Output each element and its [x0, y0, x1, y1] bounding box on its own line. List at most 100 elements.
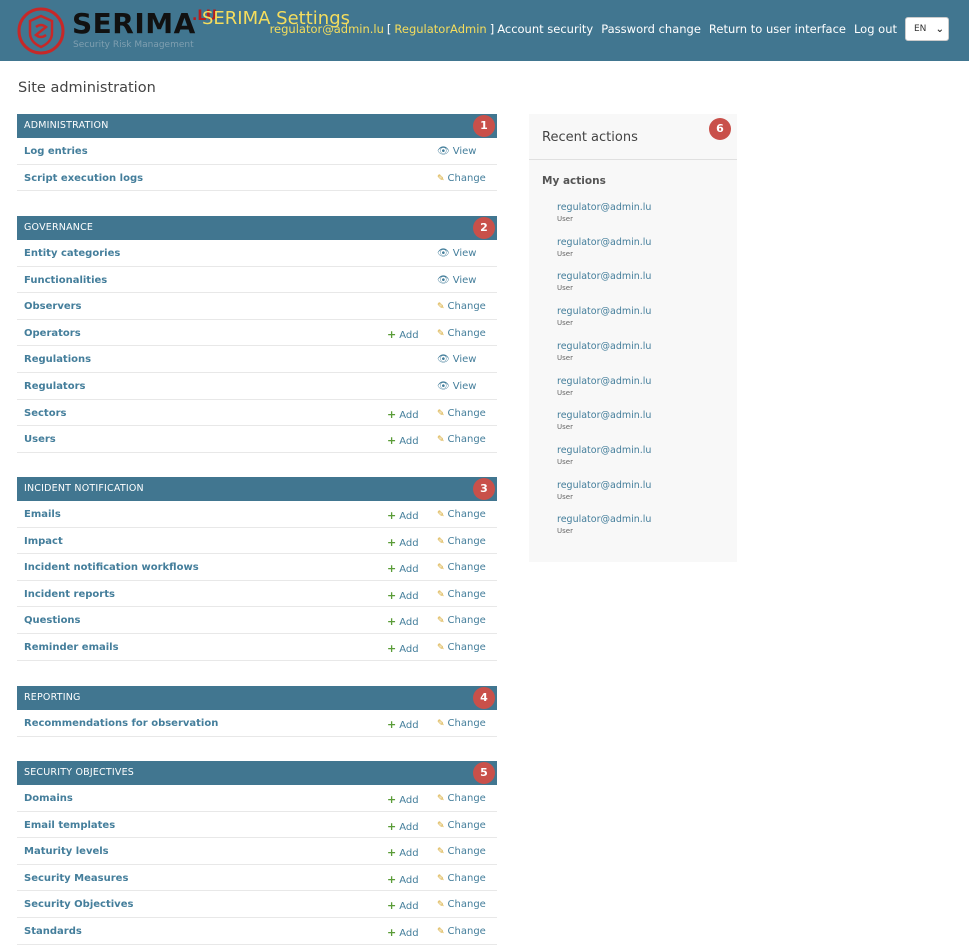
- recent-action-item: regulator@admin.lu User: [557, 376, 651, 397]
- recent-action-link[interactable]: regulator@admin.lu: [557, 202, 651, 213]
- model-link[interactable]: Users: [24, 434, 56, 445]
- add-link[interactable]: + Add: [387, 926, 419, 939]
- change-link[interactable]: ✎ Change: [437, 615, 486, 626]
- model-link[interactable]: Maturity levels: [24, 846, 109, 857]
- model-link[interactable]: Incident notification workflows: [24, 562, 199, 573]
- add-link[interactable]: + Add: [387, 434, 419, 447]
- module-caption[interactable]: Reporting 4: [17, 686, 497, 710]
- view-link[interactable]: 👁 View: [437, 146, 476, 157]
- change-link[interactable]: ✎ Change: [437, 926, 486, 937]
- add-link[interactable]: + Add: [387, 562, 419, 575]
- language-select[interactable]: EN ⌄: [905, 17, 949, 41]
- model-link[interactable]: Functionalities: [24, 275, 107, 286]
- recent-action-link[interactable]: regulator@admin.lu: [557, 445, 651, 456]
- change-link[interactable]: ✎ Change: [437, 873, 486, 884]
- module-caption[interactable]: Governance 2: [17, 216, 497, 240]
- change-link[interactable]: ✎ Change: [437, 536, 486, 547]
- add-link[interactable]: + Add: [387, 408, 419, 421]
- change-link[interactable]: ✎ Change: [437, 642, 486, 653]
- change-link[interactable]: ✎ Change: [437, 589, 486, 600]
- password-change-link[interactable]: Password change: [601, 22, 701, 36]
- change-label: Change: [447, 641, 486, 653]
- model-link[interactable]: Script execution logs: [24, 173, 143, 184]
- model-link[interactable]: Emails: [24, 509, 61, 520]
- add-link[interactable]: + Add: [387, 718, 419, 731]
- model-row: Users + Add ✎ Change: [17, 426, 497, 453]
- view-link[interactable]: 👁 View: [437, 275, 476, 286]
- module-caption[interactable]: Administration 1: [17, 114, 497, 138]
- log-out-link[interactable]: Log out: [854, 22, 897, 36]
- callout-badge-4: 4: [473, 687, 495, 709]
- model-link[interactable]: Log entries: [24, 146, 88, 157]
- change-link[interactable]: ✎ Change: [437, 408, 486, 419]
- model-row: Observers ✎ Change: [17, 293, 497, 320]
- account-security-link[interactable]: Account security: [497, 22, 593, 36]
- module-caption[interactable]: Security objectives 5: [17, 761, 497, 785]
- module-reporting: Reporting 4 Recommendations for observatio…: [17, 686, 497, 737]
- add-link[interactable]: + Add: [387, 615, 419, 628]
- change-link[interactable]: ✎ Change: [437, 793, 486, 804]
- add-label: Add: [399, 564, 419, 576]
- add-link[interactable]: + Add: [387, 873, 419, 886]
- change-link[interactable]: ✎ Change: [437, 301, 486, 312]
- change-link[interactable]: ✎ Change: [437, 718, 486, 729]
- model-link[interactable]: Operators: [24, 328, 81, 339]
- change-link[interactable]: ✎ Change: [437, 562, 486, 573]
- language-value: EN: [914, 24, 927, 34]
- model-link[interactable]: Questions: [24, 615, 81, 626]
- add-link[interactable]: + Add: [387, 899, 419, 912]
- change-link[interactable]: ✎ Change: [437, 899, 486, 910]
- add-link[interactable]: + Add: [387, 793, 419, 806]
- model-link[interactable]: Regulations: [24, 354, 91, 365]
- model-link[interactable]: Sectors: [24, 408, 66, 419]
- model-link[interactable]: Regulators: [24, 381, 85, 392]
- recent-action-link[interactable]: regulator@admin.lu: [557, 480, 651, 491]
- change-label: Change: [447, 327, 486, 339]
- recent-action-link[interactable]: regulator@admin.lu: [557, 410, 651, 421]
- model-link[interactable]: Recommendations for observation: [24, 718, 218, 729]
- recent-action-link[interactable]: regulator@admin.lu: [557, 376, 651, 387]
- change-link[interactable]: ✎ Change: [437, 509, 486, 520]
- recent-action-link[interactable]: regulator@admin.lu: [557, 514, 651, 525]
- model-link[interactable]: Security Measures: [24, 873, 128, 884]
- add-link[interactable]: + Add: [387, 509, 419, 522]
- change-link[interactable]: ✎ Change: [437, 434, 486, 445]
- model-link[interactable]: Incident reports: [24, 589, 115, 600]
- add-link[interactable]: + Add: [387, 328, 419, 341]
- change-link[interactable]: ✎ Change: [437, 328, 486, 339]
- model-row: Recommendations for observation + Add ✎ Chan…: [17, 710, 497, 737]
- change-label: Change: [447, 925, 486, 937]
- add-link[interactable]: + Add: [387, 642, 419, 655]
- model-link[interactable]: Security Objectives: [24, 899, 133, 910]
- recent-action-item: regulator@admin.lu User: [557, 480, 651, 501]
- add-label: Add: [399, 927, 419, 939]
- model-link[interactable]: Standards: [24, 926, 82, 937]
- model-link[interactable]: Reminder emails: [24, 642, 119, 653]
- add-link[interactable]: + Add: [387, 820, 419, 833]
- change-link[interactable]: ✎ Change: [437, 173, 486, 184]
- add-link[interactable]: + Add: [387, 589, 419, 602]
- model-link[interactable]: Impact: [24, 536, 63, 547]
- change-link[interactable]: ✎ Change: [437, 820, 486, 831]
- recent-action-link[interactable]: regulator@admin.lu: [557, 341, 651, 352]
- change-link[interactable]: ✎ Change: [437, 846, 486, 857]
- recent-action-link[interactable]: regulator@admin.lu: [557, 306, 651, 317]
- add-link[interactable]: + Add: [387, 846, 419, 859]
- logo[interactable]: SERIMA .LU Security Risk Management: [16, 4, 217, 56]
- view-link[interactable]: 👁 View: [437, 248, 476, 259]
- model-link[interactable]: Observers: [24, 301, 82, 312]
- add-link[interactable]: + Add: [387, 536, 419, 549]
- user-role: RegulatorAdmin: [394, 22, 487, 36]
- recent-action-link[interactable]: regulator@admin.lu: [557, 237, 651, 248]
- model-link[interactable]: Entity categories: [24, 248, 120, 259]
- change-label: Change: [447, 793, 486, 804]
- recent-action-link[interactable]: regulator@admin.lu: [557, 271, 651, 282]
- module-caption[interactable]: Incident notification 3: [17, 477, 497, 501]
- pencil-icon: ✎: [437, 563, 445, 574]
- return-to-user-interface-link[interactable]: Return to user interface: [709, 22, 846, 36]
- add-label: Add: [399, 617, 419, 629]
- view-link[interactable]: 👁 View: [437, 381, 476, 392]
- view-link[interactable]: 👁 View: [437, 354, 476, 365]
- model-link[interactable]: Email templates: [24, 820, 115, 831]
- model-link[interactable]: Domains: [24, 793, 73, 804]
